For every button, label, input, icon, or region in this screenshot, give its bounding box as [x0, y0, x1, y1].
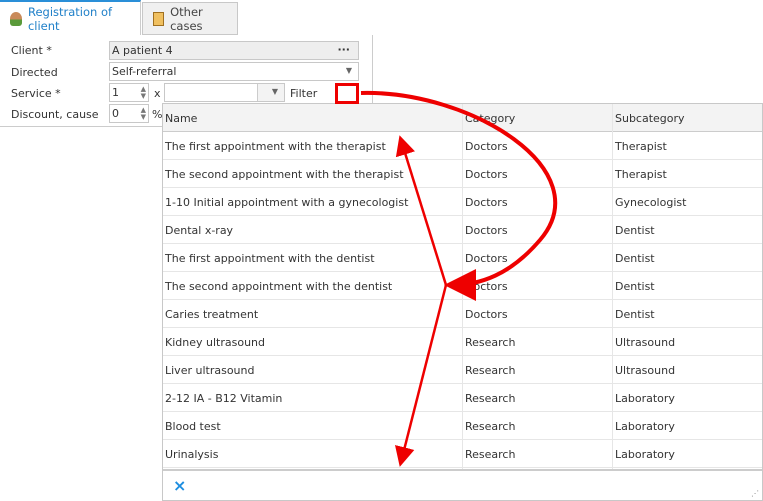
directed-select[interactable]: Self-referral ▼ [109, 62, 359, 81]
service-select[interactable]: ▼ [164, 83, 285, 102]
cell-category: Research [465, 364, 516, 377]
cell-category: Doctors [465, 252, 508, 265]
cell-subcategory: Laboratory [615, 420, 675, 433]
cell-subcategory: Ultrasound [615, 364, 676, 377]
cell-category: Research [465, 448, 516, 461]
tab-label: Registration of client [27, 4, 113, 33]
service-dropdown-grid: Name Category Subcategory The first appo… [162, 103, 763, 501]
column-header-subcategory[interactable]: Subcategory [615, 112, 685, 125]
cell-name: Caries treatment [165, 308, 259, 321]
cell-subcategory: Dentist [615, 252, 655, 265]
spin-icon[interactable]: ▲ ▼ [141, 86, 146, 100]
column-header-category[interactable]: Category [465, 112, 515, 125]
cell-name: Kidney ultrasound [165, 336, 265, 349]
cell-name: The first appointment with the therapist [165, 140, 386, 153]
cell-name: The first appointment with the dentist [165, 252, 375, 265]
discount-stepper[interactable]: 0 ▲ ▼ [109, 104, 149, 123]
service-qty-stepper[interactable]: 1 ▲ ▼ [109, 83, 149, 102]
filter-highlight-box [335, 83, 359, 104]
cell-subcategory: Therapist [615, 140, 667, 153]
cell-subcategory: Laboratory [615, 392, 675, 405]
cell-name: 2-12 IA - B12 Vitamin [165, 392, 283, 405]
directed-label: Directed [11, 66, 58, 79]
discount-label: Discount, cause [11, 108, 99, 121]
chevron-down-icon[interactable]: ▼ [272, 87, 278, 96]
cell-name: Liver ultrasound [165, 364, 255, 377]
cell-category: Research [465, 392, 516, 405]
cell-category: Doctors [465, 224, 508, 237]
cell-name: Dental x-ray [165, 224, 234, 237]
cell-subcategory: Ultrasound [615, 336, 676, 349]
chevron-down-icon: ▼ [345, 66, 352, 75]
cell-name: Blood test [165, 420, 221, 433]
cell-category: Research [465, 420, 516, 433]
cell-name: The second appointment with the dentist [165, 280, 393, 293]
tab-other-cases[interactable]: Other cases [142, 2, 238, 35]
cell-category: Doctors [465, 168, 508, 181]
client-value: A patient 4 [112, 44, 173, 57]
spin-icon[interactable]: ▲ ▼ [141, 107, 146, 121]
grid-footer: × ⋰ [163, 469, 762, 500]
percent-label: % [152, 108, 163, 121]
qty-value: 1 [112, 86, 119, 99]
cell-subcategory: Dentist [615, 224, 655, 237]
cell-category: Research [465, 336, 516, 349]
cell-name: Urinalysis [165, 448, 219, 461]
cell-subcategory: Gynecologist [615, 196, 687, 209]
times-label: x [154, 87, 161, 100]
cell-category: Doctors [465, 308, 508, 321]
discount-value: 0 [112, 107, 119, 120]
directed-value: Self-referral [112, 65, 177, 78]
cell-name: 1-10 Initial appointment with a gynecolo… [165, 196, 409, 209]
tab-label: Other cases [170, 4, 203, 33]
notes-icon [153, 11, 165, 26]
column-header-name[interactable]: Name [165, 112, 197, 125]
filter-label: Filter [290, 87, 318, 100]
cell-subcategory: Dentist [615, 308, 655, 321]
cell-subcategory: Therapist [615, 168, 667, 181]
client-field[interactable]: A patient 4 ··· [109, 41, 359, 60]
resize-grip-icon[interactable]: ⋰ [751, 489, 759, 498]
cell-category: Doctors [465, 140, 508, 153]
cell-name: The second appointment with the therapis… [165, 168, 404, 181]
client-label: Client * [11, 44, 52, 57]
clear-filter-icon[interactable]: × [173, 476, 186, 495]
user-icon [10, 11, 22, 26]
cell-category: Doctors [465, 196, 508, 209]
cell-subcategory: Dentist [615, 280, 655, 293]
cell-subcategory: Laboratory [615, 448, 675, 461]
service-label: Service * [11, 87, 61, 100]
ellipsis-button[interactable]: ··· [337, 43, 350, 56]
cell-category: Doctors [465, 280, 508, 293]
tab-registration-of-client[interactable]: Registration of client [0, 0, 141, 35]
